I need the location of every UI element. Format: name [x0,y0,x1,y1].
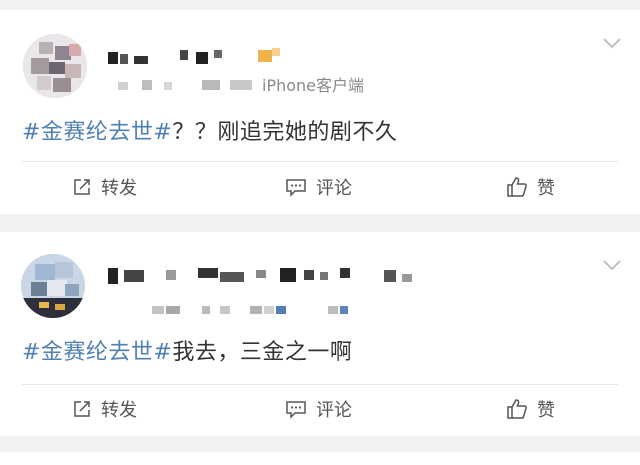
comment-label: 评论 [316,178,352,199]
comment-bubble-icon [286,179,306,197]
comment-button[interactable]: 评论 [285,394,352,424]
like-label: 赞 [537,178,555,199]
thumbs-up-icon [507,399,527,419]
chevron-down-icon[interactable] [602,258,622,272]
weibo-post: #金赛纶去世#我去，三金之一啊 转发 评论 赞 [0,232,640,436]
divider [22,384,618,385]
post-text-content: 我去，三金之一啊 [172,340,353,365]
like-label: 赞 [537,400,555,421]
username-redacted[interactable] [108,266,428,288]
next-post-edge [0,452,640,465]
repost-label: 转发 [101,178,137,199]
comment-button[interactable]: 评论 [285,172,352,202]
post-text: #金赛纶去世#？？刚追完她的剧不久 [22,114,397,146]
share-arrow-icon [74,179,90,195]
weibo-post: iPhone客户端 #金赛纶去世#？？刚追完她的剧不久 转发 评论 赞 [0,10,640,214]
share-arrow-icon [74,401,90,417]
comment-bubble-icon [286,401,306,419]
thumbs-up-icon [507,177,527,197]
post-text-content: ？？刚追完她的剧不久 [172,120,398,145]
hashtag-link[interactable]: #金赛纶去世# [22,120,172,145]
chevron-down-icon[interactable] [602,36,622,50]
repost-button[interactable]: 转发 [72,394,137,424]
avatar[interactable] [23,34,87,98]
like-button[interactable]: 赞 [506,172,555,202]
username-redacted[interactable] [108,46,428,68]
like-button[interactable]: 赞 [506,394,555,424]
post-text: #金赛纶去世#我去，三金之一啊 [22,334,352,366]
post-source: iPhone客户端 [262,76,365,95]
avatar[interactable] [21,254,85,318]
hashtag-link[interactable]: #金赛纶去世# [22,340,172,365]
repost-label: 转发 [101,400,137,421]
divider [22,161,618,162]
comment-label: 评论 [316,400,352,421]
post-meta [108,302,438,322]
repost-button[interactable]: 转发 [72,172,137,202]
